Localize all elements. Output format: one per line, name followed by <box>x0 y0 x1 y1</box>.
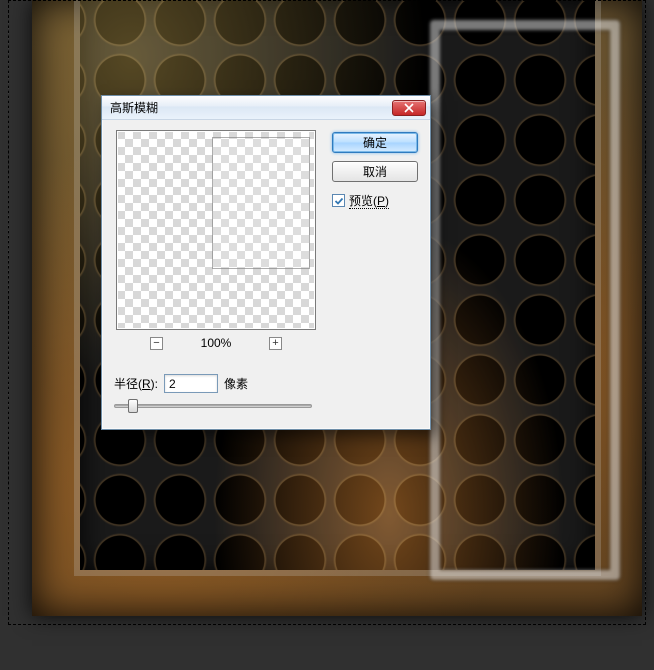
radius-input[interactable] <box>164 374 218 393</box>
preview-checkbox-row: 预览(P) <box>332 192 418 209</box>
dialog-titlebar[interactable]: 高斯模糊 <box>102 96 430 120</box>
dialog-left-column: − 100% + 半径(R): 像素 <box>114 130 318 415</box>
artwork-light-pipe <box>430 20 620 580</box>
minus-icon: − <box>153 338 159 349</box>
preview-checkbox-label: 预览(P) <box>349 192 389 209</box>
radius-row: 半径(R): 像素 <box>114 374 318 393</box>
dialog-title: 高斯模糊 <box>110 99 392 116</box>
radius-unit: 像素 <box>224 375 248 392</box>
slider-thumb[interactable] <box>128 399 138 413</box>
ok-button-label: 确定 <box>363 134 387 151</box>
gaussian-blur-dialog: 高斯模糊 − 100% + 半径(R): 像素 <box>101 95 431 430</box>
plus-icon: + <box>272 338 278 349</box>
zoom-level: 100% <box>199 336 233 350</box>
cancel-button[interactable]: 取消 <box>332 161 418 182</box>
close-button[interactable] <box>392 100 426 116</box>
zoom-in-button[interactable]: + <box>269 337 282 350</box>
preview-checkbox[interactable] <box>332 194 345 207</box>
slider-track <box>114 404 312 408</box>
close-icon <box>404 103 414 113</box>
radius-label: 半径(R): <box>114 375 158 392</box>
dialog-right-column: 确定 取消 预览(P) <box>332 130 418 415</box>
zoom-out-button[interactable]: − <box>150 337 163 350</box>
radius-slider[interactable] <box>114 397 312 415</box>
effect-preview[interactable] <box>116 130 316 330</box>
cancel-button-label: 取消 <box>363 163 387 180</box>
ok-button[interactable]: 确定 <box>332 132 418 153</box>
zoom-controls: − 100% + <box>114 336 318 350</box>
checkmark-icon <box>334 196 344 206</box>
dialog-body: − 100% + 半径(R): 像素 确定 取消 <box>102 120 430 429</box>
